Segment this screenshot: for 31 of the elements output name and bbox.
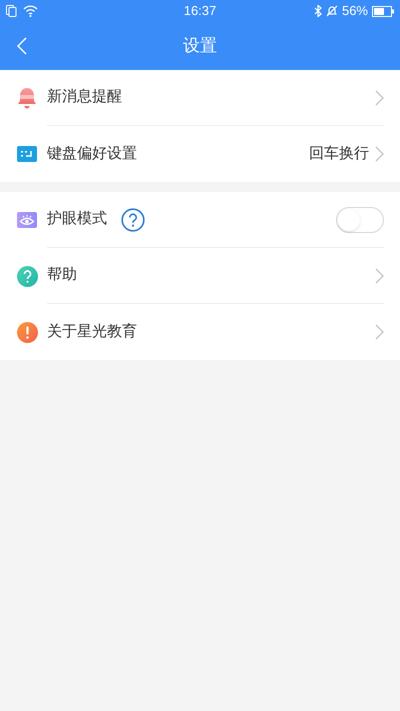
row-label: 护眼模式 [47,209,107,230]
row-label: 关于星光教育 [47,322,137,342]
row-label: 新消息提醒 [47,87,122,108]
chevron-right-icon [375,146,384,162]
keyboard-icon [17,146,37,162]
row-value: 回车换行 [309,144,369,164]
status-time: 16:37 [184,3,216,18]
wifi-icon [23,5,38,17]
bell-icon [17,87,37,109]
settings-row[interactable]: 键盘偏好设置 回车换行 [0,126,400,182]
chevron-right-icon [375,324,384,340]
toggle-switch[interactable] [336,206,384,232]
back-icon [17,37,27,55]
settings-row[interactable]: 护眼模式 [0,192,400,248]
help-icon [16,266,38,286]
settings-row[interactable]: 新消息提醒 [0,70,400,126]
bluetooth-icon [314,5,322,17]
page-title: 设置 [183,35,217,58]
row-label: 帮助 [47,265,77,286]
battery-percent: 56% [342,2,368,20]
eye-icon [17,212,37,228]
chevron-right-icon [375,90,384,106]
settings-row[interactable]: 帮助 [0,248,400,304]
bell-muted-icon [326,5,338,17]
help-circle-icon [121,208,145,232]
battery-icon [372,6,394,16]
sim-icon [6,5,17,17]
row-label: 键盘偏好设置 [47,144,137,164]
chevron-right-icon [375,268,384,284]
exclamation-icon [16,322,38,342]
settings-row[interactable]: 关于星光教育 [0,304,400,360]
